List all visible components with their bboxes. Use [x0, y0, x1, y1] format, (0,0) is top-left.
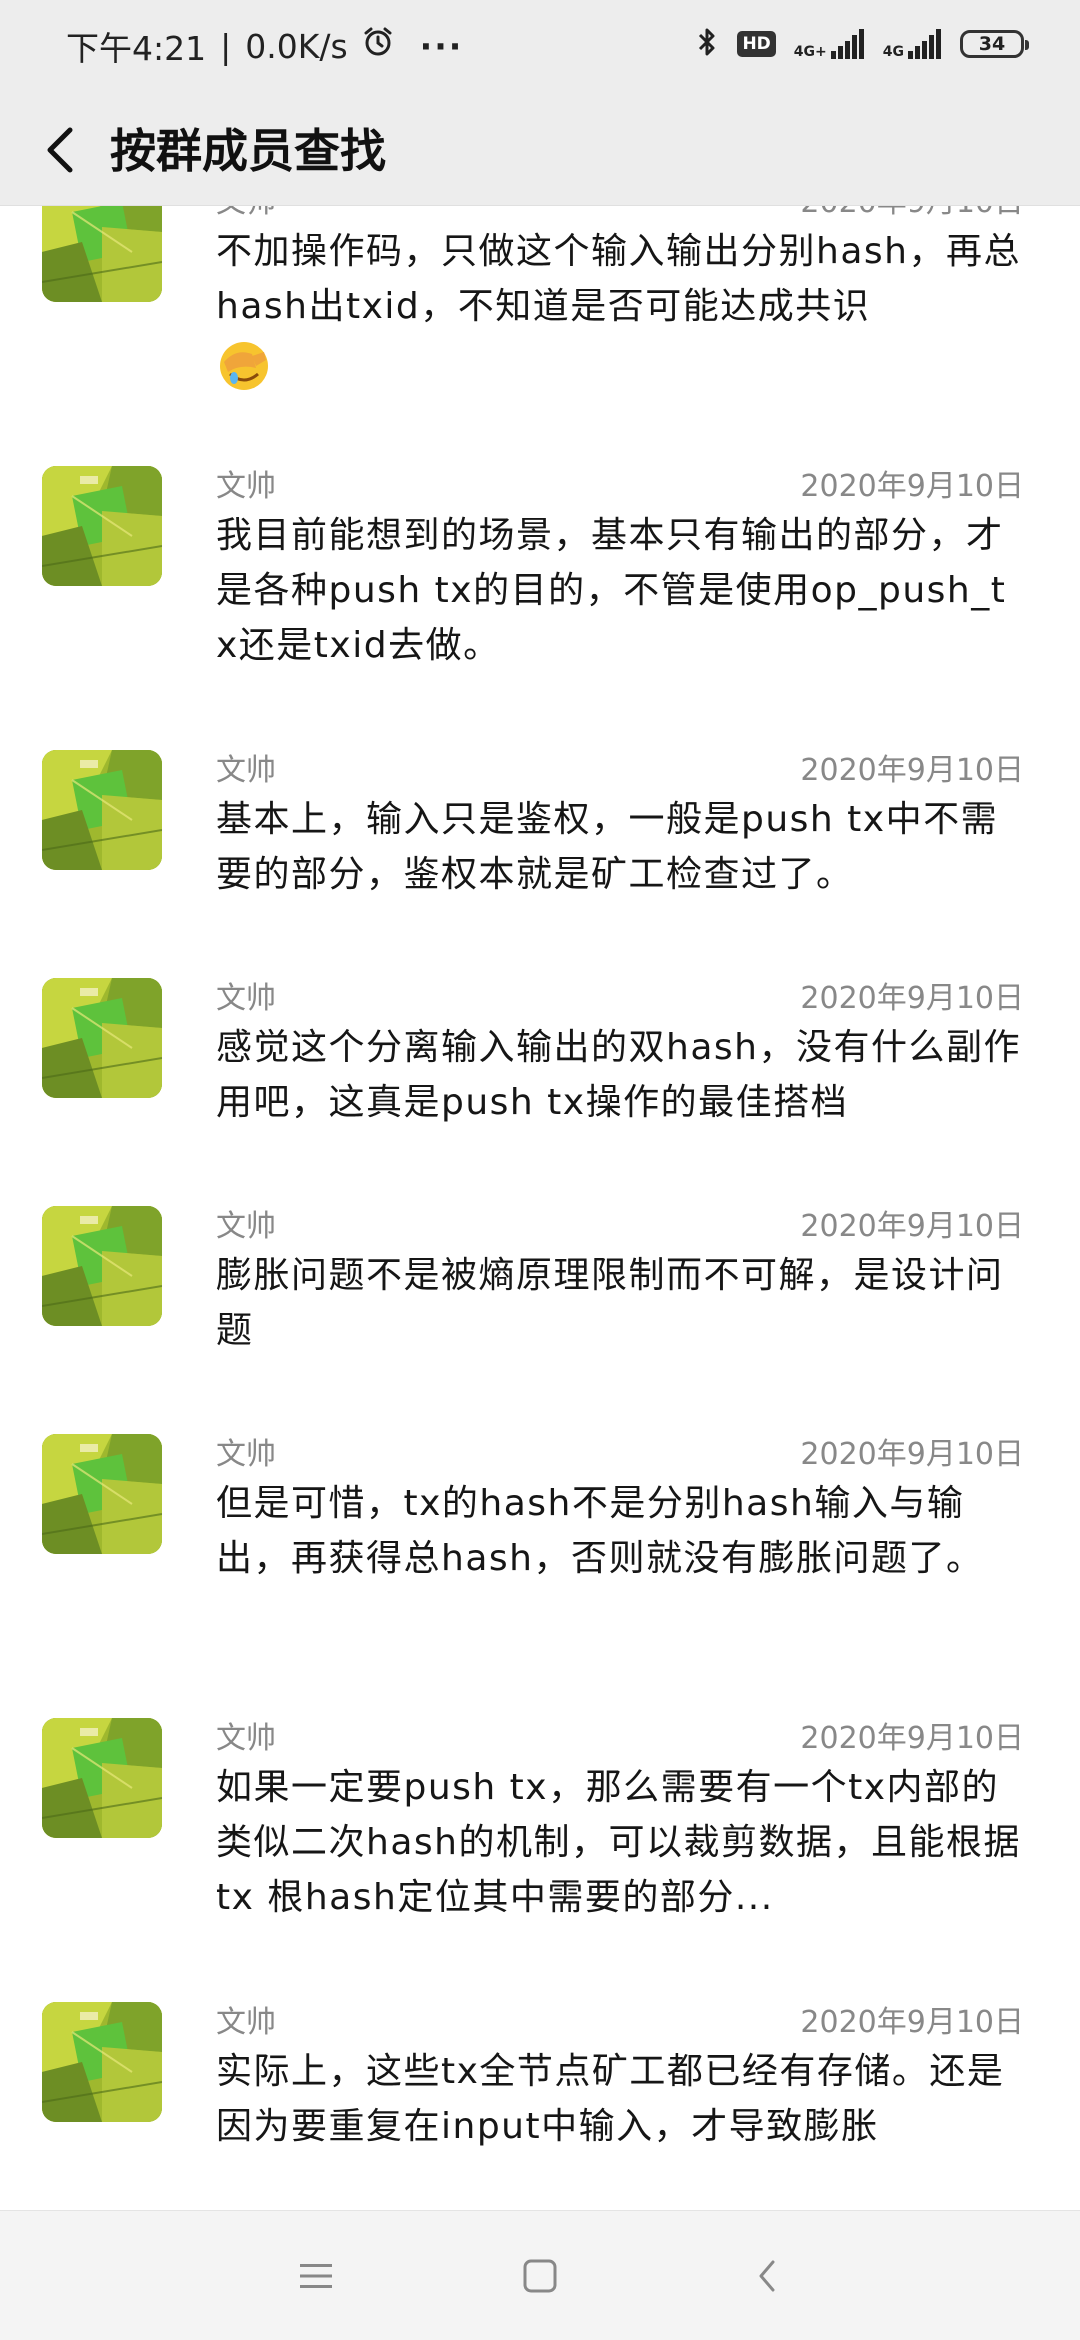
- message-item[interactable]: 文帅 2020年9月10日 基本上，输入只是鉴权，一般是push tx中不需要的…: [0, 742, 1080, 970]
- message-date: 2020年9月10日: [800, 753, 1024, 788]
- message-meta: 文帅 2020年9月10日: [216, 742, 1024, 792]
- sender-name[interactable]: 文帅: [216, 206, 276, 221]
- back-button[interactable]: [28, 118, 92, 182]
- signal-4gplus: 4G+: [794, 29, 865, 59]
- sender-name[interactable]: 文帅: [216, 1997, 276, 2041]
- message-text: 感觉这个分离输入输出的双hash，没有什么副作用吧，这真是push tx操作的最…: [216, 1027, 1021, 1123]
- sender-name[interactable]: 文帅: [216, 1713, 276, 1757]
- message-item[interactable]: 文帅 2020年9月10日 感觉这个分离输入输出的双hash，没有什么副作用吧，…: [0, 970, 1080, 1198]
- home-button[interactable]: [510, 2246, 570, 2306]
- message-body: 文帅 2020年9月10日 但是可惜，tx的hash不是分别hash输入与输出，…: [216, 1426, 1024, 1710]
- message-body: 文帅 2020年9月10日 不加操作码，只做这个输入输出分别hash，再总has…: [216, 206, 1024, 458]
- navigation-bar: [0, 2210, 1080, 2340]
- message-meta: 文帅 2020年9月10日: [216, 970, 1024, 1020]
- message-date: 2020年9月10日: [800, 1437, 1024, 1472]
- status-time: 下午4:21: [66, 29, 207, 68]
- battery-icon: 34: [960, 30, 1029, 58]
- sender-name[interactable]: 文帅: [216, 461, 276, 505]
- message-date: 2020年9月10日: [800, 1721, 1024, 1756]
- message-list[interactable]: 文帅 2020年9月10日 不加操作码，只做这个输入输出分别hash，再总has…: [0, 206, 1080, 2210]
- message-text-content: 不加操作码，只做这个输入输出分别hash，再总hash出txid，不知道是否可能…: [216, 231, 1021, 327]
- avatar[interactable]: [42, 1718, 162, 1838]
- avatar[interactable]: [42, 206, 162, 302]
- sender-name[interactable]: 文帅: [216, 745, 276, 789]
- hd-badge: HD: [737, 31, 776, 57]
- message-list-content: 文帅 2020年9月10日 不加操作码，只做这个输入输出分别hash，再总has…: [0, 206, 1080, 2210]
- status-right: HD 4G+ 4G 34: [695, 26, 1029, 62]
- screen: 下午4:21 | 0.0K/s ··· HD 4G+ 4G 34 按群成员查找 …: [0, 0, 1080, 2340]
- menu-icon: [300, 2264, 332, 2288]
- message-text: 不加操作码，只做这个输入输出分别hash，再总hash出txid，不知道是否可能…: [216, 224, 1024, 394]
- status-bar: 下午4:21 | 0.0K/s ··· HD 4G+ 4G 34: [0, 0, 1080, 96]
- signal-bars-icon: [830, 29, 864, 59]
- sender-name[interactable]: 文帅: [216, 1429, 276, 1473]
- signal-4g: 4G: [883, 29, 942, 59]
- message-date: 2020年9月10日: [800, 469, 1024, 504]
- message-text: 基本上，输入只是鉴权，一般是push tx中不需要的部分，鉴权本就是矿工检查过了…: [216, 799, 999, 895]
- status-separator: |: [220, 26, 232, 66]
- message-text: 但是可惜，tx的hash不是分别hash输入与输出，再获得总hash，否则就没有…: [216, 1483, 984, 1579]
- message-text: 膨胀问题不是被熵原理限制而不可解，是设计问题: [216, 1255, 1004, 1351]
- message-body: 文帅 2020年9月10日 如果一定要push tx，那么需要有一个tx内部的类…: [216, 1710, 1024, 1994]
- message-date: 2020年9月10日: [800, 981, 1024, 1016]
- message-date: 2020年9月10日: [800, 1209, 1024, 1244]
- avatar[interactable]: [42, 2002, 162, 2122]
- signal-bars-icon: [908, 29, 941, 59]
- message-item[interactable]: 文帅 2020年9月10日 我目前能想到的场景，基本只有输出的部分，才是各种pu…: [0, 458, 1080, 742]
- message-body: 文帅 2020年9月10日 基本上，输入只是鉴权，一般是push tx中不需要的…: [216, 742, 1024, 970]
- nav-back-icon: [759, 2260, 775, 2292]
- net-speed: 0.0K/s: [245, 26, 348, 66]
- message-item[interactable]: 文帅 2020年9月10日 不加操作码，只做这个输入输出分别hash，再总has…: [0, 206, 1080, 458]
- back-arrow-icon: [47, 127, 73, 173]
- battery-level: 34: [978, 33, 1006, 55]
- signal-4g-label: 4G: [882, 44, 904, 60]
- message-meta: 文帅 2020年9月10日: [216, 206, 1024, 224]
- message-body: 文帅 2020年9月10日 实际上，这些tx全节点矿工都已经有存储。还是因为要重…: [216, 1994, 1024, 2210]
- message-date: 2020年9月10日: [800, 2005, 1024, 2040]
- avatar[interactable]: [42, 750, 162, 870]
- signal-4gplus-label: 4G+: [793, 44, 827, 60]
- message-body: 文帅 2020年9月10日 膨胀问题不是被熵原理限制而不可解，是设计问题: [216, 1198, 1024, 1426]
- message-item[interactable]: 文帅 2020年9月10日 实际上，这些tx全节点矿工都已经有存储。还是因为要重…: [0, 1994, 1080, 2210]
- nav-back-button[interactable]: [737, 2246, 797, 2306]
- message-meta: 文帅 2020年9月10日: [216, 1710, 1024, 1760]
- message-item[interactable]: 文帅 2020年9月10日 但是可惜，tx的hash不是分别hash输入与输出，…: [0, 1426, 1080, 1710]
- avatar[interactable]: [42, 978, 162, 1098]
- message-meta: 文帅 2020年9月10日: [216, 1198, 1024, 1248]
- message-meta: 文帅 2020年9月10日: [216, 458, 1024, 508]
- avatar[interactable]: [42, 1206, 162, 1326]
- sender-name[interactable]: 文帅: [216, 1201, 276, 1245]
- message-date: 2020年9月10日: [800, 206, 1024, 221]
- message-text: 如果一定要push tx，那么需要有一个tx内部的类似二次hash的机制，可以裁…: [216, 1767, 1021, 1918]
- message-item[interactable]: 文帅 2020年9月10日 如果一定要push tx，那么需要有一个tx内部的类…: [0, 1710, 1080, 1994]
- page-title: 按群成员查找: [110, 124, 386, 178]
- message-text: 我目前能想到的场景，基本只有输出的部分，才是各种push tx的目的，不管是使用…: [216, 515, 1007, 666]
- sender-name[interactable]: 文帅: [216, 973, 276, 1017]
- alarm-icon: [362, 26, 394, 66]
- more-notifications-icon: ···: [419, 26, 464, 66]
- avatar[interactable]: [42, 1434, 162, 1554]
- message-item[interactable]: 文帅 2020年9月10日 膨胀问题不是被熵原理限制而不可解，是设计问题: [0, 1198, 1080, 1426]
- message-text: 实际上，这些tx全节点矿工都已经有存储。还是因为要重复在input中输入，才导致…: [216, 2051, 1005, 2147]
- message-meta: 文帅 2020年9月10日: [216, 1426, 1024, 1476]
- home-square-icon: [523, 2259, 557, 2293]
- status-left: 下午4:21 | 0.0K/s ···: [66, 22, 463, 70]
- facepalm-emoji-icon: [216, 338, 272, 394]
- message-body: 文帅 2020年9月10日 感觉这个分离输入输出的双hash，没有什么副作用吧，…: [216, 970, 1024, 1198]
- message-meta: 文帅 2020年9月10日: [216, 1994, 1024, 2044]
- bluetooth-icon: [695, 26, 719, 62]
- message-body: 文帅 2020年9月10日 我目前能想到的场景，基本只有输出的部分，才是各种pu…: [216, 458, 1024, 742]
- title-bar: 按群成员查找: [0, 96, 1080, 206]
- avatar[interactable]: [42, 466, 162, 586]
- menu-button[interactable]: [286, 2246, 346, 2306]
